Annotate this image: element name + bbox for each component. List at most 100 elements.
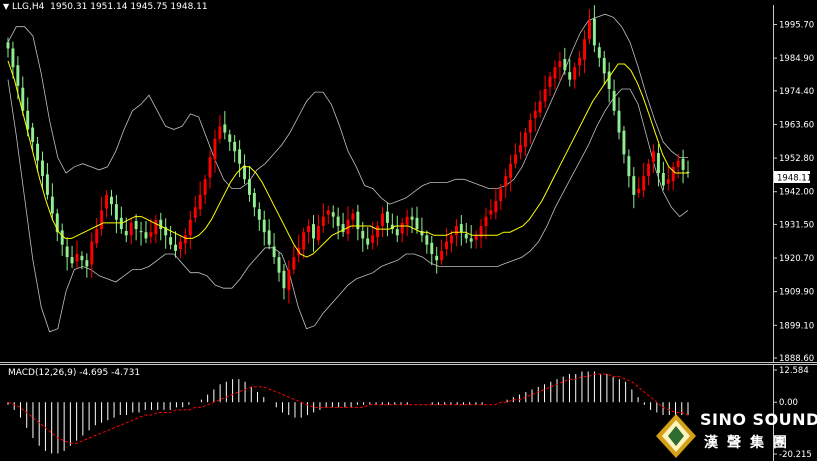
bollinger-lower-line [7, 79, 689, 333]
candle-body [410, 216, 414, 220]
candle-body [568, 72, 572, 80]
logo-subtitle: 漢聲集團 [704, 435, 796, 451]
candle-body [80, 255, 84, 261]
candle-body [114, 204, 118, 220]
candle-body [129, 222, 133, 236]
candle-body [213, 138, 217, 160]
candle-body [218, 126, 222, 139]
candle-body [70, 257, 74, 264]
candle-body [154, 219, 158, 235]
candle-body [533, 110, 537, 119]
price-tick-label: 1963.60 [779, 120, 814, 130]
candle-body [31, 127, 35, 142]
candle-body [612, 90, 616, 111]
candle-body [134, 220, 138, 230]
candle-body [169, 237, 173, 245]
price-tick-label: 1899.10 [779, 321, 814, 331]
candle-body [100, 210, 104, 230]
candle-body [257, 209, 261, 220]
bollinger-upper-line [7, 13, 688, 205]
low-price: 1945.75 [130, 2, 168, 12]
candle-body [642, 176, 646, 191]
candle-body [652, 151, 655, 162]
candle-body [656, 153, 660, 174]
candle-body [371, 235, 375, 243]
candle-body [440, 250, 444, 261]
dropdown-triangle-icon[interactable]: ▼ [3, 2, 9, 11]
candle-body [607, 71, 611, 89]
candle-body [302, 232, 306, 250]
candle-body [450, 235, 453, 244]
price-tick-label: 1920.70 [779, 254, 814, 264]
macd-label: MACD(12,26,9) -4.695 -4.731 [8, 368, 141, 378]
candle-body [243, 165, 246, 180]
candle-body [489, 210, 493, 215]
candle-body [252, 192, 256, 208]
candle-body [514, 154, 518, 164]
candle-body [622, 130, 626, 155]
candle-body [474, 235, 478, 240]
price-tick-label: 1909.90 [779, 288, 814, 298]
candle-body [464, 234, 468, 239]
candlestick-series [6, 5, 690, 304]
price-axis: 1995.70 1984.90 1974.40 1963.60 1952.80 1942.… [773, 21, 814, 364]
candle-body [538, 101, 542, 113]
candle-body [484, 216, 488, 226]
macd-signal-line [7, 373, 689, 444]
candle-body [321, 216, 325, 226]
candle-body [336, 216, 340, 226]
candle-body [548, 76, 552, 88]
candle-body [617, 110, 621, 133]
candle-body [400, 222, 404, 234]
candle-body [469, 238, 473, 242]
candle-body [60, 230, 64, 245]
candle-body [247, 179, 251, 195]
candle-body [124, 230, 128, 236]
candle-body [395, 229, 399, 236]
candle-body [149, 232, 153, 237]
candle-body [528, 120, 532, 133]
price-chart[interactable]: 1995.70 1984.90 1974.40 1963.60 1952.80 1942.… [0, 0, 817, 461]
candle-body [223, 124, 227, 133]
candle-body [415, 217, 419, 230]
candle-body [632, 176, 636, 195]
price-tick-label: 1974.40 [779, 87, 814, 97]
candle-body [445, 241, 449, 250]
candle-body [198, 194, 202, 210]
candle-body [509, 163, 513, 179]
candle-body [523, 132, 527, 147]
candle-body [312, 224, 315, 239]
candle-body [75, 253, 79, 262]
candle-body [405, 216, 409, 225]
candle-body [435, 255, 439, 261]
candle-body [6, 42, 10, 49]
candle-body [430, 242, 434, 254]
candle-body [681, 158, 685, 170]
candle-body [45, 174, 49, 195]
candle-body [41, 160, 44, 177]
candle-body [178, 241, 182, 250]
candle-body [666, 179, 670, 184]
candle-body [11, 48, 15, 68]
candle-body [139, 230, 143, 233]
macd-tick-label: 12.584 [779, 366, 809, 376]
candle-body [563, 59, 567, 71]
candle-body [597, 47, 601, 58]
price-tick-label: 1984.90 [779, 54, 814, 64]
candle-body [282, 270, 286, 289]
candle-body [95, 229, 99, 244]
candle-body [159, 219, 163, 230]
candle-body [228, 134, 232, 142]
candle-body [292, 257, 296, 270]
candle-body [494, 201, 498, 213]
price-tick-label: 1995.70 [779, 21, 814, 31]
candle-body [144, 232, 148, 239]
candle-body [381, 213, 384, 226]
candle-body [351, 213, 355, 220]
candle-body [518, 145, 522, 153]
macd-histogram [7, 371, 689, 454]
candle-body [36, 143, 40, 161]
candle-body [637, 188, 641, 193]
candle-body [661, 173, 665, 186]
candle-body [307, 225, 311, 233]
